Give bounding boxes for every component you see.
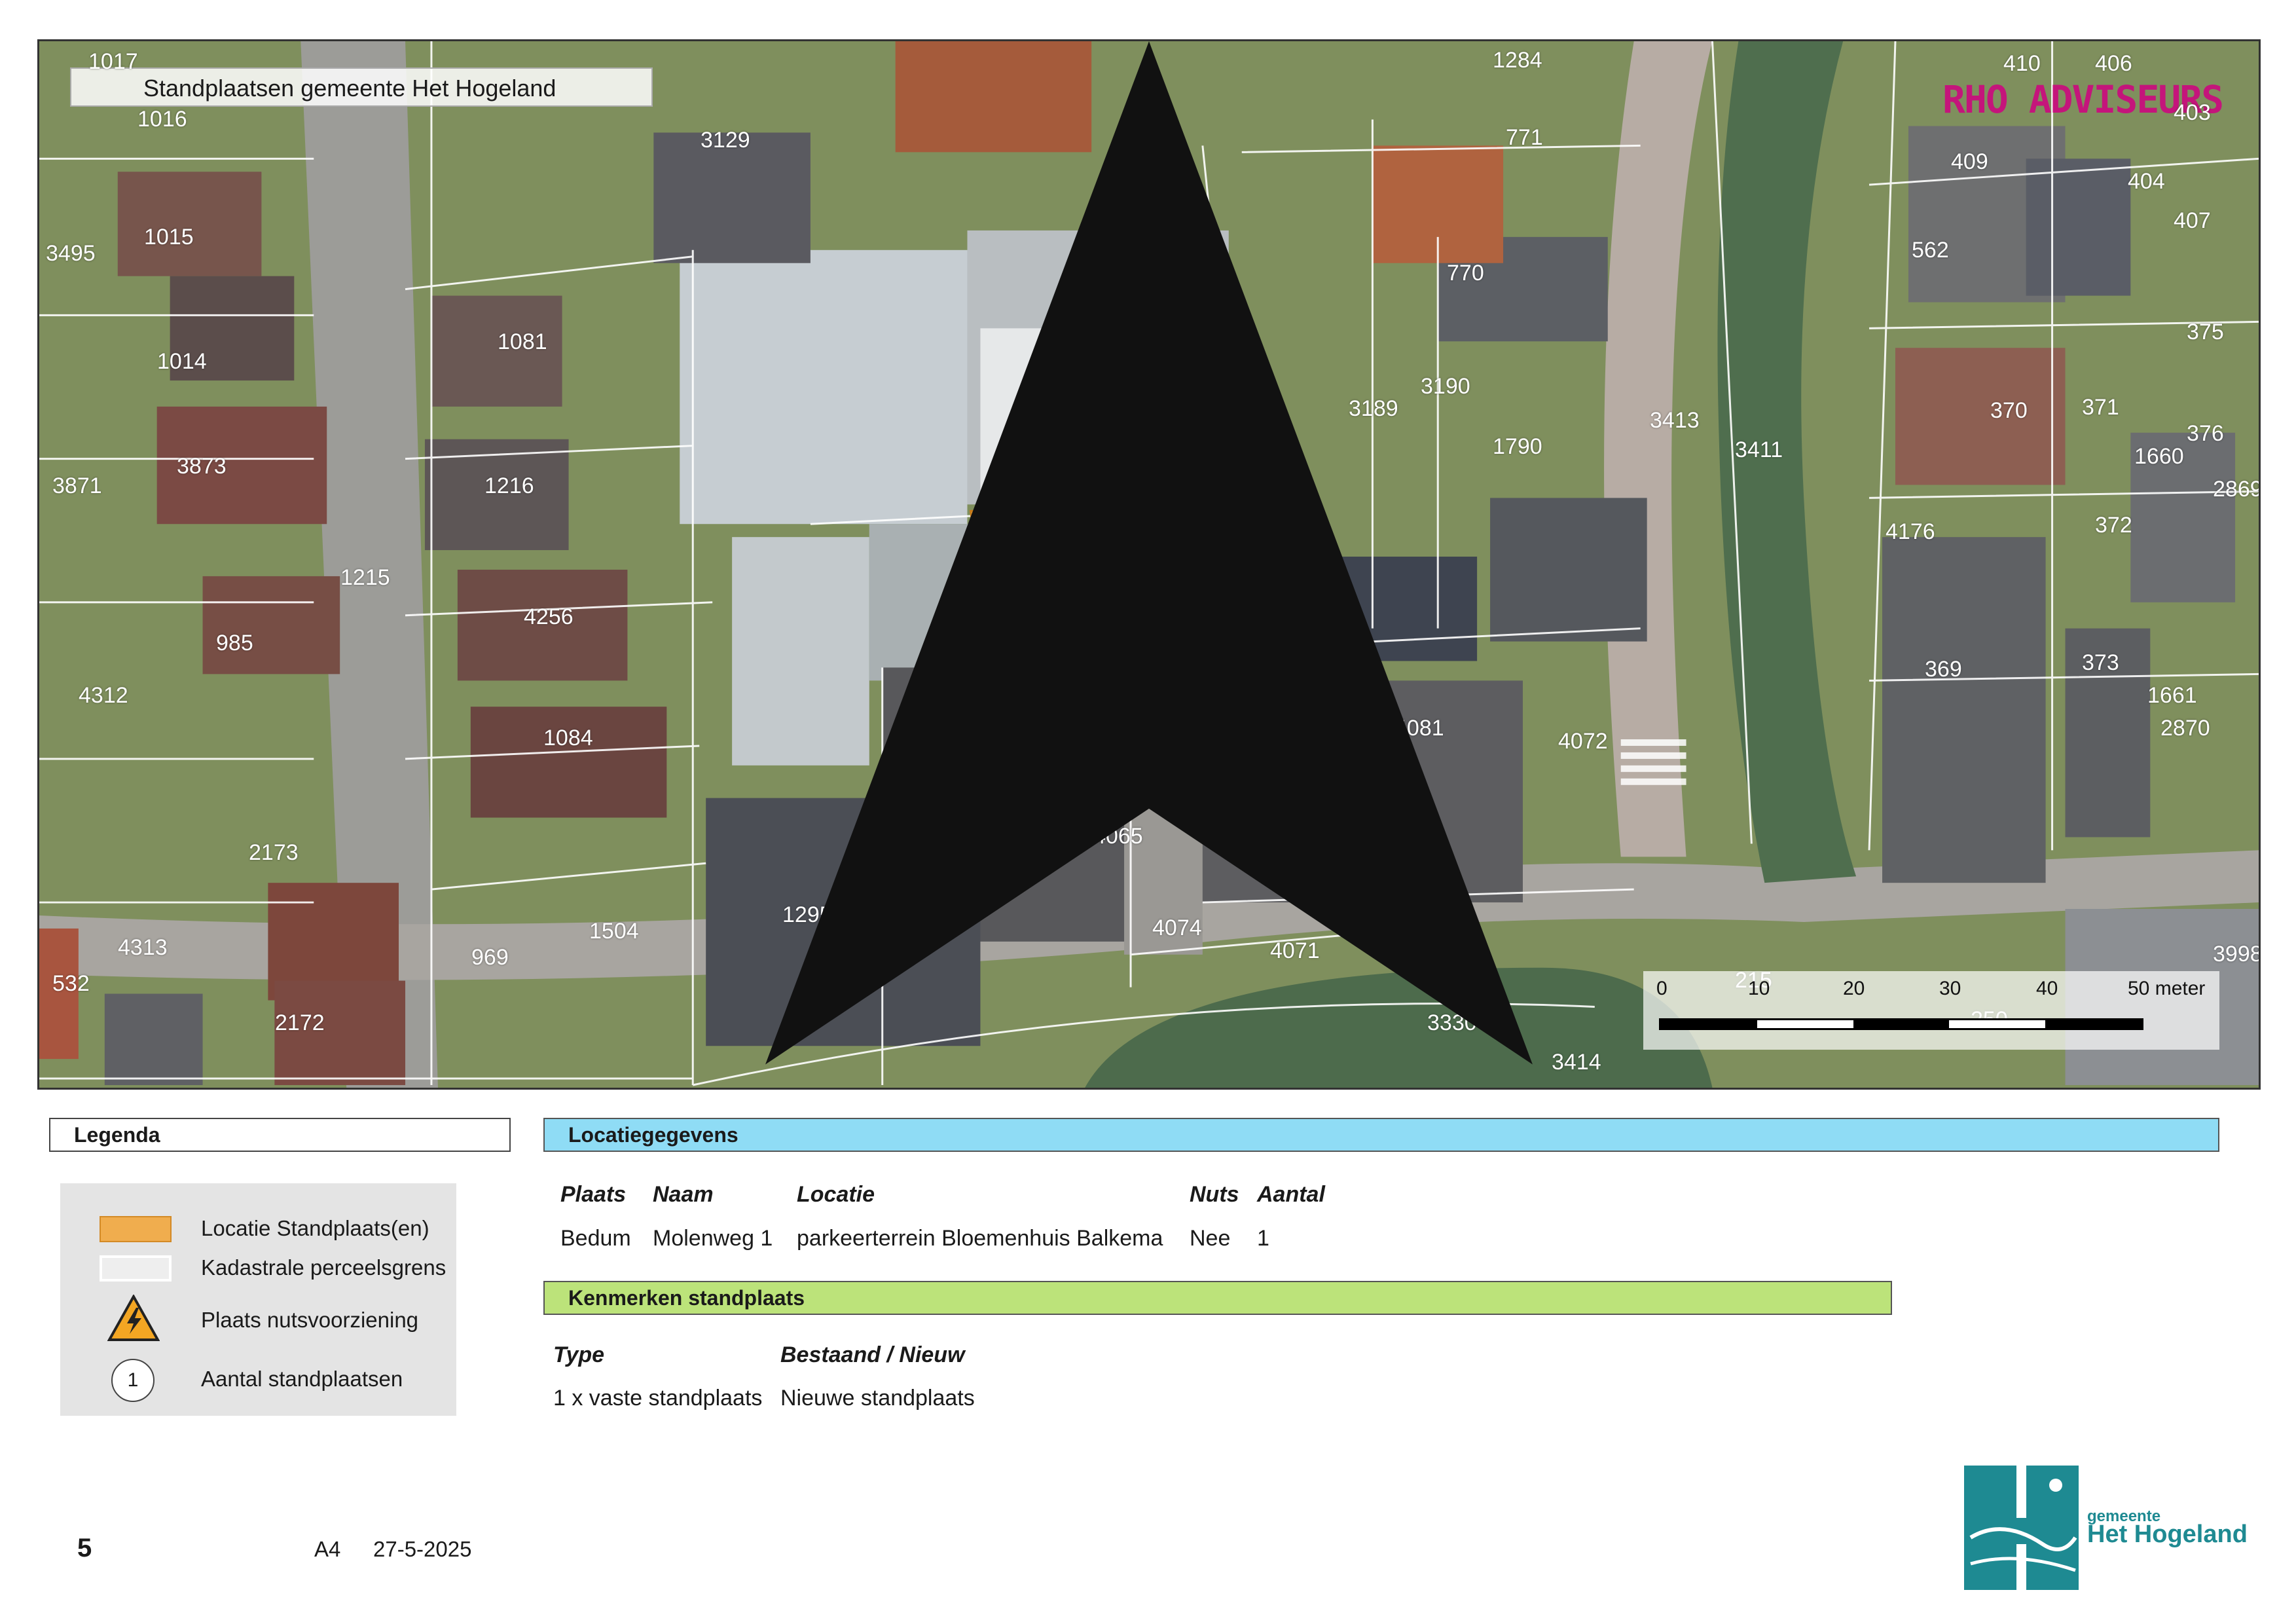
value-bestaand-nieuw: Nieuwe standplaats — [780, 1386, 975, 1411]
legend-label: Plaats nutsvoorziening — [201, 1308, 419, 1332]
value-aantal: 1 — [1257, 1226, 1269, 1251]
value-plaats: Bedum — [560, 1226, 631, 1251]
legend-swatch-parcel — [100, 1255, 172, 1282]
location-heading: Locatiegegevens — [543, 1118, 2219, 1152]
features-heading: Kenmerken standplaats — [543, 1281, 1892, 1315]
legend-item-utility: Plaats nutsvoorziening — [60, 1295, 456, 1347]
scale-bar: 0 10 20 30 40 50 meter — [1643, 971, 2219, 1050]
legend-swatch-location — [100, 1216, 172, 1242]
value-naam: Molenweg 1 — [653, 1226, 773, 1251]
scale-label: 40 — [2036, 978, 2058, 999]
legend-count-marker: 1 — [111, 1359, 155, 1402]
legend-label: Locatie Standplaats(en) — [201, 1216, 429, 1240]
legend-item-location: Locatie Standplaats(en) — [60, 1209, 456, 1249]
col-header-bestaand-nieuw: Bestaand / Nieuw — [780, 1342, 965, 1367]
value-type: 1 x vaste standplaats — [553, 1386, 763, 1411]
electric-hazard-icon — [107, 1295, 160, 1341]
legend-item-parcel: Kadastrale perceelsgrens — [60, 1249, 456, 1288]
col-header-nuts: Nuts — [1190, 1182, 1239, 1207]
legend-label: Aantal standplaatsen — [201, 1367, 403, 1391]
print-date: 27-5-2025 — [373, 1537, 472, 1561]
col-header-naam: Naam — [653, 1182, 714, 1207]
municipality-name: Het Hogeland — [2087, 1521, 2248, 1548]
legend-label: Kadastrale perceelsgrens — [201, 1255, 446, 1280]
col-header-locatie: Locatie — [797, 1182, 875, 1207]
col-header-plaats: Plaats — [560, 1182, 627, 1207]
col-header-type: Type — [553, 1342, 605, 1367]
scale-line — [1659, 1018, 2143, 1030]
north-arrow-icon — [765, 41, 1533, 1065]
scale-label: 50 meter — [2128, 978, 2206, 999]
scale-label: 20 — [1843, 978, 1865, 999]
map-frame[interactable]: Standplaatsen gemeente Het Hogeland RHO … — [37, 39, 2261, 1090]
scale-label: 0 — [1656, 978, 1667, 999]
value-nuts: Nee — [1190, 1226, 1231, 1251]
scale-label: 30 — [1939, 978, 1961, 999]
page-number: 5 — [77, 1534, 92, 1562]
legend-heading: Legenda — [49, 1118, 511, 1152]
legend-item-count: 1 Aantal standplaatsen — [60, 1354, 456, 1406]
paper-format: A4 — [314, 1537, 341, 1561]
value-locatie: parkeerterrein Bloemenhuis Balkema — [797, 1226, 1163, 1251]
scale-label: 10 — [1748, 978, 1770, 999]
legend: Locatie Standplaats(en) Kadastrale perce… — [60, 1183, 456, 1416]
col-header-aantal: Aantal — [1257, 1182, 1325, 1207]
